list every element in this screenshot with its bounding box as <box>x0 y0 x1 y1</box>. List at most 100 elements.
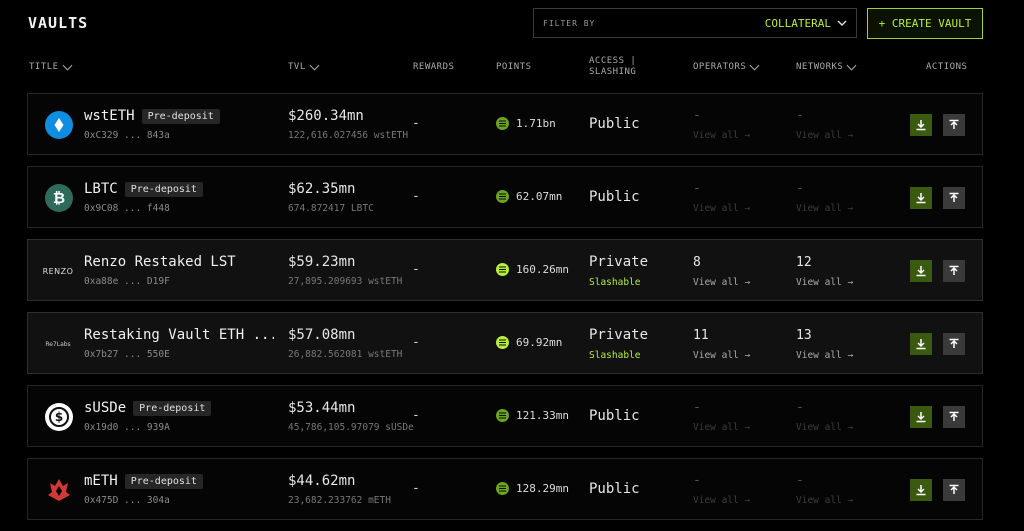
rewards-value: - <box>412 335 420 350</box>
vault-name: LBTC <box>84 181 118 197</box>
rewards-value: - <box>412 116 420 131</box>
deposit-button[interactable] <box>910 406 932 428</box>
operators-value: - <box>693 108 701 123</box>
vault-address[interactable]: 0x475D ... 304a <box>84 495 170 506</box>
vault-name: Renzo Restaked LST <box>84 254 236 270</box>
points-icon <box>496 409 509 422</box>
points-value: 160.26mn <box>516 263 569 276</box>
table-row[interactable]: wstETH Pre-deposit 0xC329 ... 843a $260.3… <box>27 93 983 155</box>
networks-value: - <box>796 473 804 488</box>
view-all-operators-link[interactable]: View all → <box>693 130 750 141</box>
table-row[interactable]: Re7Labs Restaking Vault ETH ... 0x7b27 .… <box>27 312 983 374</box>
view-all-networks-link[interactable]: View all → <box>796 203 853 214</box>
filter-value: COLLATERAL <box>764 16 831 30</box>
view-all-operators-link[interactable]: View all → <box>693 422 750 433</box>
operators-value: 8 <box>693 255 701 270</box>
upload-icon <box>949 338 959 348</box>
deposit-button[interactable] <box>910 187 932 209</box>
networks-value: - <box>796 181 804 196</box>
operators-value: 11 <box>693 328 709 343</box>
view-all-networks-link[interactable]: View all → <box>796 277 853 288</box>
withdraw-button[interactable] <box>943 114 965 136</box>
view-all-operators-link[interactable]: View all → <box>693 277 750 288</box>
tvl-amount: 45,786,105.97079 sUSDe <box>288 422 414 433</box>
col-operators[interactable]: OPERATORS <box>693 60 760 72</box>
table-row[interactable]: RENZO Renzo Restaked LST 0xa88e ... D19F… <box>27 239 983 301</box>
download-icon <box>916 266 926 277</box>
table-row[interactable]: ₿ LBTC Pre-deposit 0x9C08 ... f448 $62.35… <box>27 166 983 228</box>
points-icon <box>496 263 509 276</box>
vault-address[interactable]: 0xa88e ... D19F <box>84 276 170 287</box>
vault-address[interactable]: 0x9C08 ... f448 <box>84 203 170 214</box>
download-icon <box>916 193 926 204</box>
access-value: Public <box>589 116 640 132</box>
access-value: Private <box>589 327 649 343</box>
slashable-label: Slashable <box>589 277 641 288</box>
view-all-networks-link[interactable]: View all → <box>796 130 853 141</box>
chevron-down-icon <box>309 60 320 70</box>
table-row[interactable]: $ sUSDe Pre-deposit 0x19d0 ... 939A $53.4… <box>27 385 983 447</box>
upload-icon <box>949 411 959 421</box>
meth-icon <box>45 476 73 504</box>
points-value: 128.29mn <box>516 482 569 495</box>
tvl-amount: 23,682.233762 mETH <box>288 495 391 506</box>
withdraw-button[interactable] <box>943 333 965 355</box>
table-row[interactable]: mETH Pre-deposit 0x475D ... 304a $44.62mn… <box>27 458 983 520</box>
tvl-value: $59.23mn <box>288 254 356 270</box>
rewards-value: - <box>412 189 420 204</box>
view-all-operators-link[interactable]: View all → <box>693 350 750 361</box>
access-value: Public <box>589 408 640 424</box>
vault-name: wstETH <box>84 108 135 124</box>
tvl-amount: 122,616.027456 wstETH <box>288 130 409 141</box>
create-vault-button[interactable]: + CREATE VAULT <box>867 8 983 39</box>
withdraw-button[interactable] <box>943 260 965 282</box>
tvl-amount: 674.872417 LBTC <box>288 203 374 214</box>
points-value: 121.33mn <box>516 409 569 422</box>
access-value: Public <box>589 189 640 205</box>
access-value: Private <box>589 254 649 270</box>
page-title: VAULTS <box>28 14 89 32</box>
points-value: 69.92mn <box>516 336 563 349</box>
upload-icon <box>949 484 959 494</box>
view-all-networks-link[interactable]: View all → <box>796 495 853 506</box>
vault-address[interactable]: 0x7b27 ... 550E <box>84 349 170 360</box>
upload-icon <box>949 265 959 275</box>
col-networks[interactable]: NETWORKS <box>796 60 857 72</box>
lbtc-icon: ₿ <box>45 184 73 212</box>
download-icon <box>916 485 926 496</box>
download-icon <box>916 120 926 131</box>
points-icon <box>496 190 509 203</box>
networks-value: - <box>796 108 804 123</box>
pre-deposit-badge: Pre-deposit <box>124 181 203 197</box>
deposit-button[interactable] <box>910 114 932 136</box>
view-all-networks-link[interactable]: View all → <box>796 350 853 361</box>
deposit-button[interactable] <box>910 479 932 501</box>
operators-value: - <box>693 181 701 196</box>
withdraw-button[interactable] <box>943 406 965 428</box>
col-points: POINTS <box>496 62 532 72</box>
vault-name: mETH <box>84 473 118 489</box>
renzo-icon: RENZO <box>42 266 74 276</box>
filter-dropdown[interactable]: FILTER BY COLLATERAL <box>533 8 857 38</box>
chevron-down-icon <box>837 17 847 30</box>
tvl-value: $53.44mn <box>288 400 356 416</box>
withdraw-button[interactable] <box>943 479 965 501</box>
view-all-operators-link[interactable]: View all → <box>693 495 750 506</box>
susde-icon: $ <box>45 403 73 431</box>
deposit-button[interactable] <box>910 260 932 282</box>
vault-name: Restaking Vault ETH ... <box>84 327 274 343</box>
deposit-button[interactable] <box>910 333 932 355</box>
withdraw-button[interactable] <box>943 187 965 209</box>
col-title[interactable]: TITLE <box>29 60 73 72</box>
view-all-operators-link[interactable]: View all → <box>693 203 750 214</box>
view-all-networks-link[interactable]: View all → <box>796 422 853 433</box>
download-icon <box>916 339 926 350</box>
chevron-down-icon <box>846 60 857 70</box>
col-tvl[interactable]: TVL <box>288 60 320 72</box>
vault-name: sUSDe <box>84 400 127 416</box>
col-access: ACCESS | SLASHING <box>589 56 637 77</box>
table-header: TITLE TVL REWARDS POINTS ACCESS | SLASHIN… <box>0 56 1024 82</box>
vault-address[interactable]: 0x19d0 ... 939A <box>84 422 170 433</box>
wsteth-icon <box>45 111 73 139</box>
vault-address[interactable]: 0xC329 ... 843a <box>84 130 170 141</box>
